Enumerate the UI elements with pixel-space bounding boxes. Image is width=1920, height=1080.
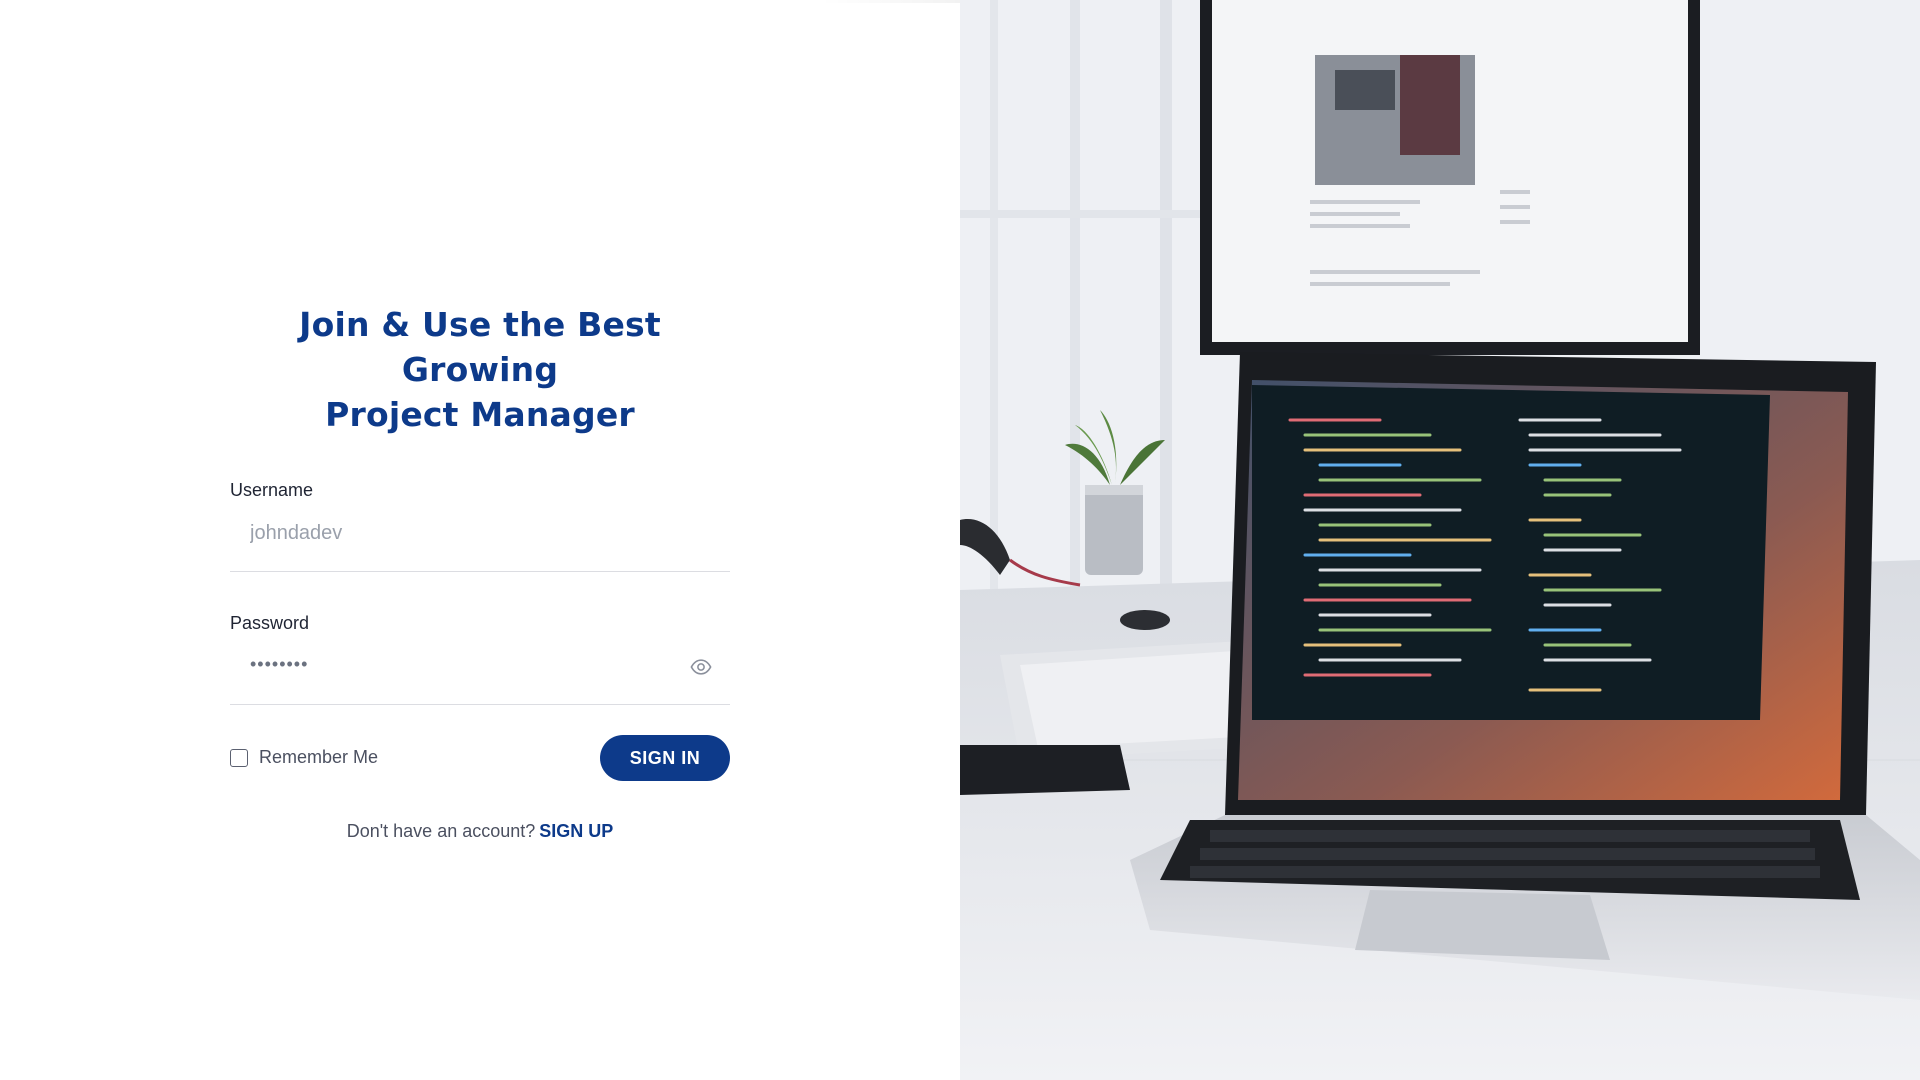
sign-up-link[interactable]: SIGN UP xyxy=(539,821,613,841)
hero-image xyxy=(960,0,1920,1080)
signup-prompt-text: Don't have an account? xyxy=(346,821,536,841)
password-label: Password xyxy=(230,613,310,633)
page-title: Join & Use the Best Growing Project Mana… xyxy=(230,302,730,437)
username-input[interactable] xyxy=(230,511,700,555)
username-field-group: Username xyxy=(230,479,730,572)
form-actions-row: Remember Me SIGN IN xyxy=(230,735,730,781)
workspace-illustration xyxy=(960,0,1920,1080)
remember-me-label: Remember Me xyxy=(259,747,379,767)
monitor-graphic xyxy=(1200,0,1700,355)
laptop-graphic xyxy=(1130,352,1920,1000)
username-label: Username xyxy=(230,480,314,500)
signup-prompt: Don't have an account? SIGN UP xyxy=(230,821,730,842)
top-edge-shadow xyxy=(820,0,960,3)
password-input[interactable]: •••••••• xyxy=(250,654,308,675)
remember-me-toggle[interactable]: Remember Me xyxy=(230,747,378,768)
checkbox-icon[interactable] xyxy=(230,748,248,767)
password-field-group: Password •••••••• xyxy=(230,612,730,705)
login-panel: Join & Use the Best Growing Project Mana… xyxy=(0,0,960,1080)
login-page: Join & Use the Best Growing Project Mana… xyxy=(0,0,1920,1080)
sign-in-button[interactable]: SIGN IN xyxy=(600,735,730,781)
username-input-wrapper xyxy=(230,501,730,572)
title-line-2: Project Manager xyxy=(325,395,635,434)
title-line-1: Join & Use the Best Growing xyxy=(299,305,661,389)
login-form: Join & Use the Best Growing Project Mana… xyxy=(230,302,730,842)
eye-icon[interactable] xyxy=(690,656,712,678)
password-input-wrapper[interactable]: •••••••• xyxy=(230,634,730,705)
